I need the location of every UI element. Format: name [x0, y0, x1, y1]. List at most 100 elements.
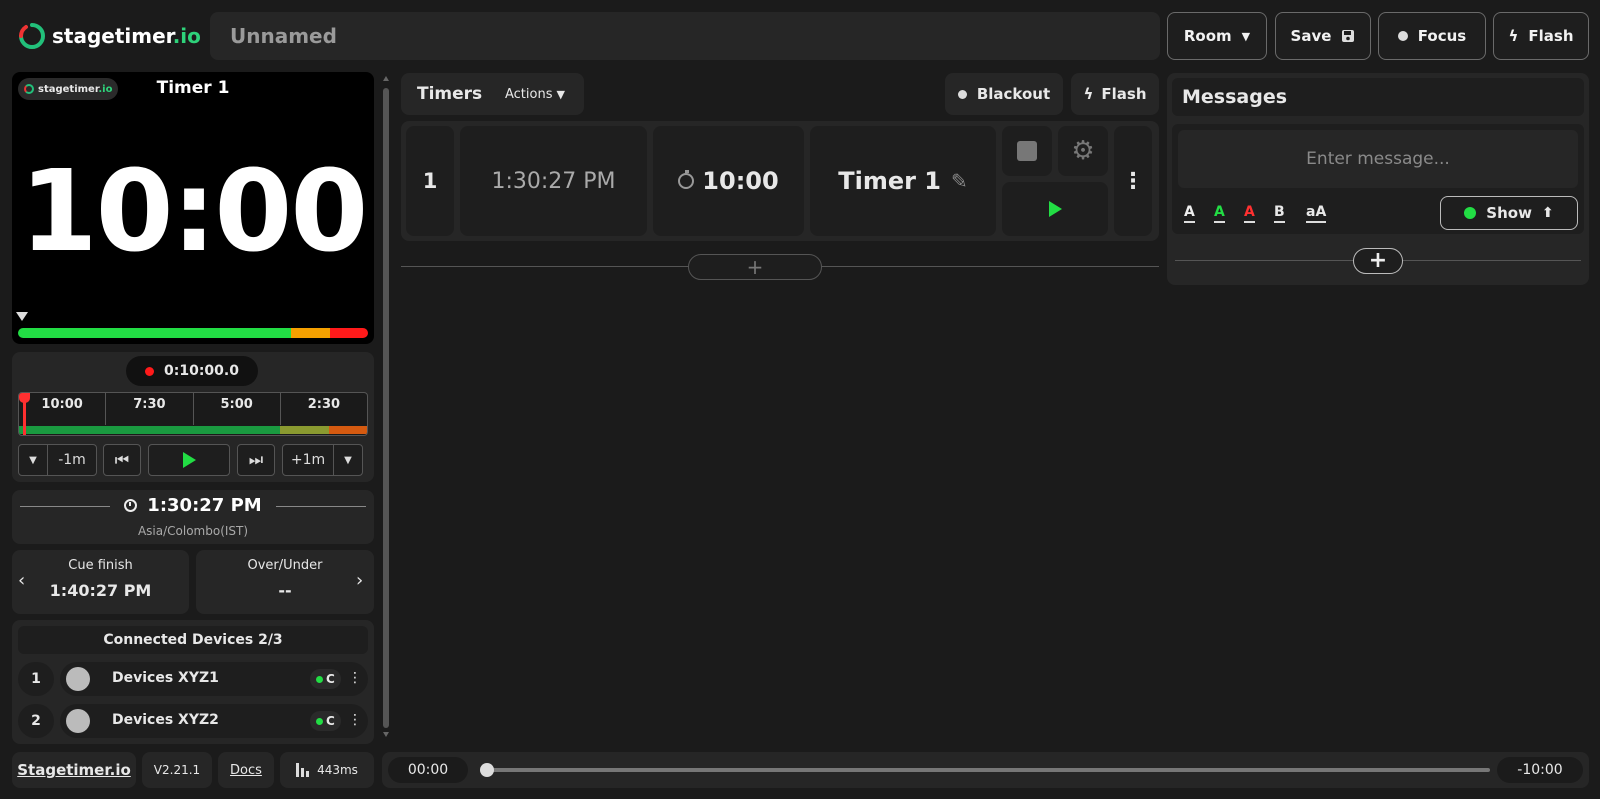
footer-link-text: Stagetimer.io — [17, 761, 131, 779]
current-time: 1:30:27 PM — [147, 495, 262, 516]
next-button[interactable]: ⏭ — [237, 444, 275, 476]
scrubber-start-time: 00:00 — [388, 757, 468, 783]
actions-dropdown[interactable]: Actions ▼ — [505, 87, 565, 102]
room-name-text: Unnamed — [230, 24, 337, 48]
chevron-down-icon: ▼ — [344, 454, 352, 466]
timeline-marker: 2:30 — [307, 397, 341, 412]
timeline-bar — [19, 426, 367, 434]
over-under-label: Over/Under — [247, 558, 323, 573]
flash-button-label: Flash — [1528, 27, 1574, 45]
version-badge: V2.21.1 — [142, 752, 212, 788]
timer-preview[interactable]: stagetimer.io Timer 1 10:00 — [12, 72, 374, 344]
online-dot-icon — [316, 717, 323, 725]
device-status-text: C — [326, 672, 335, 686]
edit-icon[interactable]: ✎ — [951, 169, 968, 193]
scrubber-handle[interactable] — [480, 763, 494, 777]
blackout-button[interactable]: Blackout — [945, 73, 1063, 115]
focus-button-label: Focus — [1417, 27, 1467, 45]
bold-button[interactable]: B — [1274, 204, 1285, 223]
add-message-button[interactable]: + — [1353, 248, 1403, 274]
plus-icon: + — [746, 255, 764, 279]
timer-index-text: 1 — [422, 169, 438, 193]
device-status: C — [310, 711, 341, 731]
chevron-down-icon: ▼ — [1241, 29, 1251, 43]
save-button-label: Save — [1290, 27, 1332, 45]
left-scrollbar[interactable] — [382, 76, 390, 740]
focus-button[interactable]: Focus — [1378, 12, 1486, 60]
lightning-icon: ϟ — [1083, 85, 1094, 103]
chevron-right-icon[interactable]: › — [356, 570, 363, 591]
message-input[interactable]: Enter message... — [1178, 130, 1578, 188]
timeline[interactable]: 10:00 7:30 5:00 2:30 — [18, 392, 368, 436]
text-color-white-button[interactable]: A — [1184, 204, 1195, 223]
scrubber-end-time: -10:00 — [1497, 757, 1583, 783]
save-button[interactable]: Save — [1275, 12, 1371, 60]
plus-icon: + — [1368, 248, 1388, 273]
chevron-down-icon: ▼ — [29, 454, 37, 466]
device-index: 2 — [18, 704, 54, 738]
device-status: C — [310, 669, 341, 689]
more-vertical-icon[interactable]: ⋮ — [348, 670, 362, 686]
show-button-label: Show — [1486, 204, 1532, 222]
docs-link[interactable]: Docs — [218, 752, 274, 788]
cue-finish-label: Cue finish — [68, 558, 133, 573]
timer-start-text: 1:30:27 PM — [491, 168, 616, 194]
preview-progress-bar — [18, 328, 368, 338]
minus-minute-button[interactable]: -1m — [47, 444, 97, 476]
timer-settings-button[interactable]: ⚙ — [1058, 126, 1108, 176]
plus-dropdown-button[interactable]: ▼ — [333, 444, 363, 476]
progress-red — [329, 328, 368, 338]
gear-icon: ⚙ — [1071, 136, 1095, 166]
device-row[interactable]: Devices XYZ1 C ⋮ — [60, 662, 368, 696]
flash-button[interactable]: ϟ Flash — [1493, 12, 1589, 60]
timer-stop-button[interactable] — [1002, 126, 1052, 176]
scrollbar-thumb[interactable] — [383, 88, 389, 728]
text-color-green-button[interactable]: A — [1214, 204, 1225, 223]
play-icon — [182, 452, 196, 468]
timer-duration-text: 10:00 — [702, 167, 779, 195]
case-toggle-button[interactable]: aA — [1306, 204, 1327, 223]
timer-play-button[interactable] — [1002, 182, 1108, 236]
blackout-label: Blackout — [976, 85, 1051, 103]
version-text: V2.21.1 — [153, 763, 201, 777]
text-color-red-button[interactable]: A — [1244, 204, 1255, 223]
over-under-panel: Over/Under -- › — [196, 550, 374, 614]
timer-more-button[interactable]: ⋮ — [1114, 126, 1152, 236]
previous-button[interactable]: ⏮ — [103, 444, 141, 476]
footer-link[interactable]: Stagetimer.io — [12, 752, 136, 788]
add-timer-button[interactable]: + — [688, 254, 822, 280]
play-icon — [1048, 201, 1062, 217]
focus-dot-icon — [1397, 31, 1408, 41]
timer-row-index: 1 — [406, 126, 454, 236]
timer-duration[interactable]: 10:00 — [653, 126, 804, 236]
timer-row[interactable]: 1 1:30:27 PM 10:00 Timer 1 ✎ ⚙ ⋮ — [401, 121, 1159, 241]
room-button-label: Room — [1183, 27, 1232, 45]
device-row[interactable]: Devices XYZ2 C ⋮ — [60, 704, 368, 738]
timezone: Asia/Colombo(IST) — [137, 524, 249, 538]
scrubber-track[interactable] — [486, 768, 1490, 772]
plus-minute-button[interactable]: +1m — [282, 444, 334, 476]
minus-dropdown-button[interactable]: ▼ — [18, 444, 48, 476]
avatar — [66, 709, 90, 733]
timers-flash-button[interactable]: ϟ Flash — [1071, 73, 1159, 115]
play-button[interactable] — [148, 444, 230, 476]
over-under-value: -- — [278, 581, 292, 600]
minus-minute-label: -1m — [58, 452, 86, 468]
cue-finish-value: 1:40:27 PM — [49, 581, 152, 600]
blackout-dot-icon — [957, 89, 967, 99]
timeline-marker: 5:00 — [194, 393, 281, 425]
clock-icon — [124, 499, 138, 512]
room-name-input[interactable]: Unnamed — [210, 12, 1160, 60]
avatar — [66, 667, 90, 691]
device-index: 1 — [18, 662, 54, 696]
floppy-disk-icon — [1342, 30, 1355, 42]
timer-start-time[interactable]: 1:30:27 PM — [460, 126, 647, 236]
cue-finish-panel: ‹ Cue finish 1:40:27 PM — [12, 550, 189, 614]
timer-name-text: Timer 1 — [838, 167, 941, 195]
more-vertical-icon[interactable]: ⋮ — [348, 712, 362, 728]
logo[interactable]: stagetimer.io — [18, 20, 201, 52]
timer-name[interactable]: Timer 1 ✎ — [810, 126, 996, 236]
show-message-button[interactable]: Show ⬆ — [1440, 196, 1578, 230]
room-button[interactable]: Room ▼ — [1167, 12, 1267, 60]
actions-label: Actions — [505, 87, 553, 102]
